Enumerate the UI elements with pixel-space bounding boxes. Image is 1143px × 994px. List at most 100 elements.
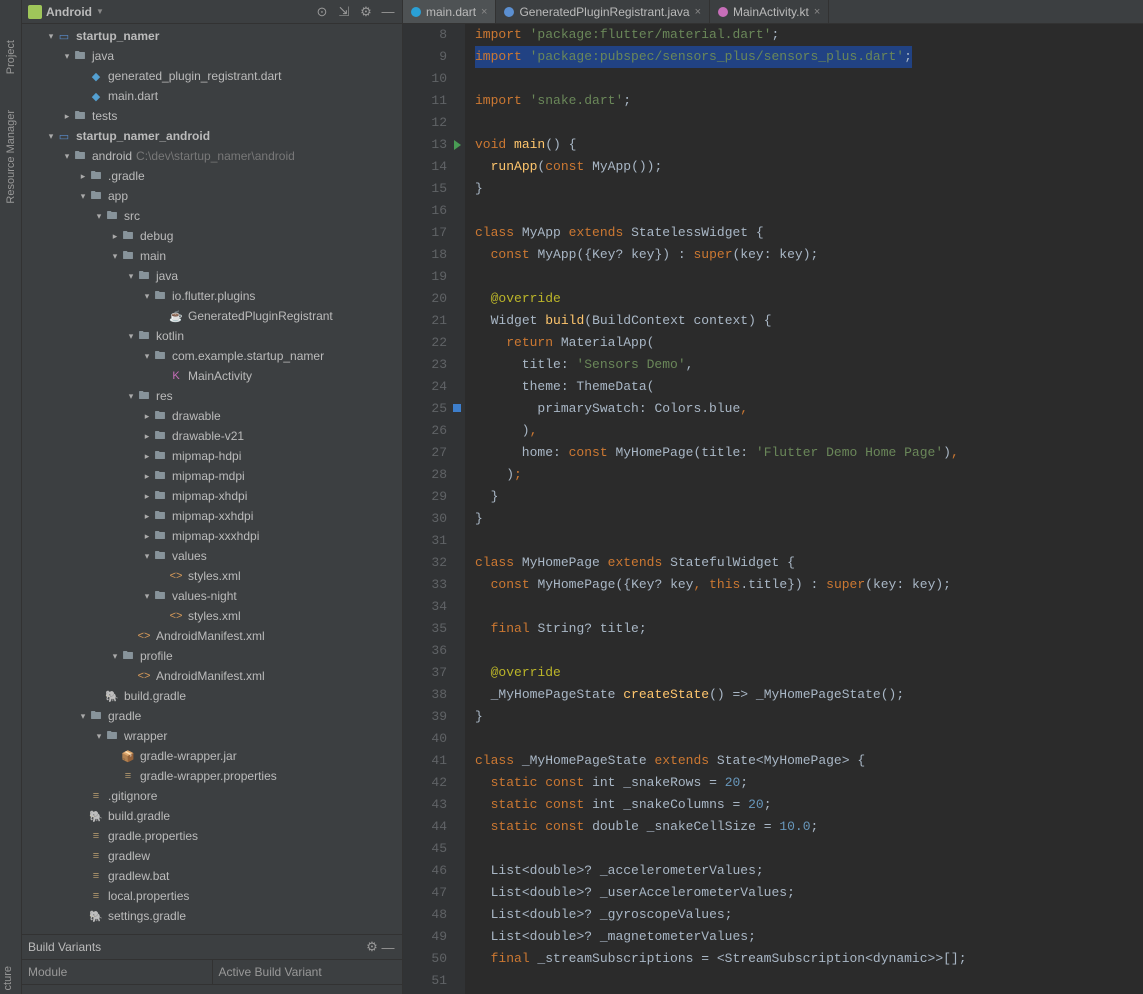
tree-item[interactable]: ▾🖿main	[22, 246, 402, 266]
gear-icon[interactable]: ⚙	[358, 4, 374, 20]
chevron-right-icon[interactable]: ▸	[110, 231, 120, 242]
code-line[interactable]	[475, 596, 1143, 618]
line-number[interactable]: 37	[403, 662, 447, 684]
chevron-right-icon[interactable]: ▸	[142, 451, 152, 462]
tree-item[interactable]: ≡gradlew.bat	[22, 866, 402, 886]
line-number[interactable]: 47	[403, 882, 447, 904]
code-line[interactable]	[475, 530, 1143, 552]
tree-item[interactable]: ▾🖿values-night	[22, 586, 402, 606]
tree-item[interactable]: ▾🖿com.example.startup_namer	[22, 346, 402, 366]
code-line[interactable]: home: const MyHomePage(title: 'Flutter D…	[475, 442, 1143, 464]
tree-item[interactable]: ▸🖿mipmap-hdpi	[22, 446, 402, 466]
chevron-right-icon[interactable]: ▸	[142, 531, 152, 542]
line-number[interactable]: 48	[403, 904, 447, 926]
tree-item[interactable]: ▾▭startup_namer_android	[22, 126, 402, 146]
line-number[interactable]: 27	[403, 442, 447, 464]
code-line[interactable]: title: 'Sensors Demo',	[475, 354, 1143, 376]
code-line[interactable]	[475, 266, 1143, 288]
chevron-right-icon[interactable]: ▸	[142, 511, 152, 522]
line-number[interactable]: 16	[403, 200, 447, 222]
tree-item[interactable]: 🐘build.gradle	[22, 686, 402, 706]
tree-item[interactable]: ≡gradlew	[22, 846, 402, 866]
tree-item[interactable]: ▾🖿wrapper	[22, 726, 402, 746]
code-line[interactable]: const MyHomePage({Key? key, this.title})…	[475, 574, 1143, 596]
tree-item[interactable]: ▾🖿res	[22, 386, 402, 406]
code-line[interactable]: class _MyHomePageState extends State<MyH…	[475, 750, 1143, 772]
code-line[interactable]: }	[475, 178, 1143, 200]
tree-item[interactable]: <>styles.xml	[22, 606, 402, 626]
code-line[interactable]	[475, 838, 1143, 860]
line-number[interactable]: 15	[403, 178, 447, 200]
tree-item[interactable]: ▾🖿gradle	[22, 706, 402, 726]
hide-icon[interactable]: —	[380, 4, 396, 19]
tree-item[interactable]: ▾▭startup_namer	[22, 26, 402, 46]
line-number[interactable]: 44	[403, 816, 447, 838]
project-tool-button[interactable]: Project	[5, 40, 17, 74]
tree-item[interactable]: ▾🖿app	[22, 186, 402, 206]
chevron-right-icon[interactable]: ▸	[142, 431, 152, 442]
code-line[interactable]: theme: ThemeData(	[475, 376, 1143, 398]
line-number[interactable]: 36	[403, 640, 447, 662]
tree-item[interactable]: ▾🖿values	[22, 546, 402, 566]
tree-item[interactable]: ▾🖿src	[22, 206, 402, 226]
line-number[interactable]: 26	[403, 420, 447, 442]
code-line[interactable]: class MyHomePage extends StatefulWidget …	[475, 552, 1143, 574]
tree-item[interactable]: KMainActivity	[22, 366, 402, 386]
code-line[interactable]: List<double>? _accelerometerValues;	[475, 860, 1143, 882]
line-number[interactable]: 10	[403, 68, 447, 90]
chevron-down-icon[interactable]: ▾	[142, 291, 152, 302]
line-number[interactable]: 14	[403, 156, 447, 178]
line-number[interactable]: 28	[403, 464, 447, 486]
code-line[interactable]	[475, 970, 1143, 992]
tree-item[interactable]: ≡gradle-wrapper.properties	[22, 766, 402, 786]
chevron-down-icon[interactable]: ▾	[94, 731, 104, 742]
code-line[interactable]: static const int _snakeColumns = 20;	[475, 794, 1143, 816]
tree-item[interactable]: ▸🖿mipmap-xxxhdpi	[22, 526, 402, 546]
line-number[interactable]: 17	[403, 222, 447, 244]
code-line[interactable]: import 'package:pubspec/sensors_plus/sen…	[475, 46, 1143, 68]
editor-tab[interactable]: GeneratedPluginRegistrant.java×	[496, 0, 710, 23]
close-icon[interactable]: ×	[695, 6, 701, 18]
tree-item[interactable]: ◆main.dart	[22, 86, 402, 106]
code-line[interactable]: static const double _snakeCellSize = 10.…	[475, 816, 1143, 838]
code-line[interactable]: );	[475, 464, 1143, 486]
editor-gutter[interactable]: 8910111213141516171819202122232425262728…	[403, 24, 465, 994]
tree-item[interactable]: ▾🖿androidC:\dev\startup_namer\android	[22, 146, 402, 166]
code-line[interactable]: }	[475, 486, 1143, 508]
close-icon[interactable]: ×	[481, 6, 487, 18]
chevron-down-icon[interactable]: ▾	[62, 151, 72, 162]
code-line[interactable]: primarySwatch: Colors.blue,	[475, 398, 1143, 420]
tree-item[interactable]: ▾🖿java	[22, 266, 402, 286]
code-line[interactable]	[475, 200, 1143, 222]
line-number[interactable]: 12	[403, 112, 447, 134]
tree-item[interactable]: ▸🖿debug	[22, 226, 402, 246]
hide-icon[interactable]: —	[380, 940, 396, 955]
line-number[interactable]: 31	[403, 530, 447, 552]
code-line[interactable]: class MyApp extends StatelessWidget {	[475, 222, 1143, 244]
chevron-down-icon[interactable]: ▾	[126, 271, 136, 282]
chevron-down-icon[interactable]: ▾	[126, 391, 136, 402]
tree-item[interactable]: ▾🖿profile	[22, 646, 402, 666]
line-number[interactable]: 13	[403, 134, 447, 156]
code-line[interactable]: _MyHomePageState createState() => _MyHom…	[475, 684, 1143, 706]
chevron-right-icon[interactable]: ▸	[78, 171, 88, 182]
line-number[interactable]: 50	[403, 948, 447, 970]
code-line[interactable]	[475, 640, 1143, 662]
chevron-down-icon[interactable]: ▾	[142, 351, 152, 362]
chevron-right-icon[interactable]: ▸	[62, 111, 72, 122]
expand-all-icon[interactable]: ⇲	[336, 4, 352, 20]
tree-item[interactable]: ▸🖿mipmap-xxhdpi	[22, 506, 402, 526]
line-number[interactable]: 34	[403, 596, 447, 618]
tree-item[interactable]: 🐘build.gradle	[22, 806, 402, 826]
chevron-down-icon[interactable]: ▾	[46, 131, 56, 142]
line-number[interactable]: 21	[403, 310, 447, 332]
chevron-down-icon[interactable]: ▾	[62, 51, 72, 62]
resource-manager-tool-button[interactable]: Resource Manager	[5, 110, 17, 204]
code-line[interactable]: void main() {	[475, 134, 1143, 156]
line-number[interactable]: 22	[403, 332, 447, 354]
tree-item[interactable]: ≡.gitignore	[22, 786, 402, 806]
line-number[interactable]: 19	[403, 266, 447, 288]
tree-item[interactable]: ▸🖿mipmap-xhdpi	[22, 486, 402, 506]
line-number[interactable]: 25	[403, 398, 447, 420]
chevron-down-icon[interactable]: ▾	[110, 251, 120, 262]
